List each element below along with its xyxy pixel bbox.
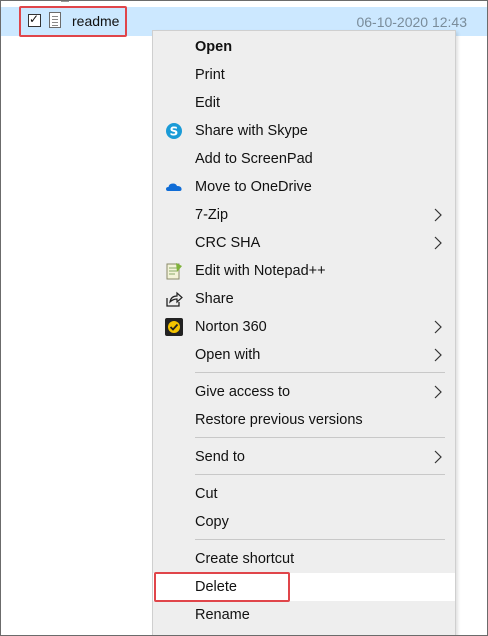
menu-item-restore-versions[interactable]: Restore previous versions — [153, 406, 455, 434]
chevron-right-icon — [434, 450, 442, 464]
norton-icon — [165, 318, 183, 336]
menu-separator — [195, 372, 445, 373]
menu-item-label: Norton 360 — [195, 319, 267, 335]
menu-item-label: Add to ScreenPad — [195, 151, 313, 167]
menu-item-label: Send to — [195, 449, 245, 465]
menu-item-send-to[interactable]: Send to — [153, 443, 455, 471]
chevron-right-icon — [434, 208, 442, 222]
checkmark-icon: ✓ — [29, 12, 40, 26]
menu-item-copy[interactable]: Copy — [153, 508, 455, 536]
menu-item-label: Rename — [195, 607, 250, 623]
file-checkbox[interactable]: ✓ — [28, 12, 41, 27]
text-file-icon — [49, 12, 61, 28]
explorer-window: 06-10-2020 12:43 ✓ readme Open Print Edi… — [0, 0, 488, 636]
menu-item-label: Create shortcut — [195, 551, 295, 567]
svg-text:S: S — [170, 125, 179, 139]
menu-item-move-onedrive[interactable]: Move to OneDrive — [153, 173, 455, 201]
menu-item-label: Share with Skype — [195, 123, 308, 139]
previous-row-fragment — [23, 1, 83, 3]
menu-item-label: 7-Zip — [195, 207, 229, 223]
file-date: 06-10-2020 12:43 — [356, 14, 467, 30]
chevron-right-icon — [434, 236, 442, 250]
menu-item-give-access[interactable]: Give access to — [153, 378, 455, 406]
chevron-right-icon — [434, 385, 442, 399]
share-icon — [166, 291, 183, 307]
menu-item-share[interactable]: Share — [153, 285, 455, 313]
menu-item-norton[interactable]: Norton 360 — [153, 313, 455, 341]
file-name[interactable]: readme — [72, 13, 119, 29]
context-menu: Open Print Edit S Share with Skype Add t… — [152, 30, 456, 635]
menu-separator — [195, 474, 445, 475]
menu-item-print[interactable]: Print — [153, 61, 455, 89]
menu-item-create-shortcut[interactable]: Create shortcut — [153, 545, 455, 573]
menu-item-open-with[interactable]: Open with — [153, 341, 455, 369]
chevron-right-icon — [434, 320, 442, 334]
menu-item-7zip[interactable]: 7-Zip — [153, 201, 455, 229]
menu-separator — [195, 539, 445, 540]
skype-icon: S — [166, 123, 182, 139]
menu-item-open[interactable]: Open — [153, 33, 455, 61]
delete-highlight-annotation — [154, 572, 290, 602]
chevron-right-icon — [434, 348, 442, 362]
menu-item-crc-sha[interactable]: CRC SHA — [153, 229, 455, 257]
onedrive-icon — [166, 183, 182, 191]
menu-item-label: Open — [195, 39, 233, 55]
menu-item-label: Print — [195, 67, 225, 83]
menu-item-label: Move to OneDrive — [195, 179, 312, 195]
menu-item-label: Open with — [195, 347, 261, 363]
menu-separator — [195, 437, 445, 438]
menu-item-add-screenpad[interactable]: Add to ScreenPad — [153, 145, 455, 173]
menu-item-label: Restore previous versions — [195, 412, 363, 428]
menu-item-rename[interactable]: Rename — [153, 601, 455, 629]
menu-item-label: Edit with Notepad++ — [195, 263, 326, 279]
notepadpp-icon — [166, 263, 182, 280]
menu-item-label: Share — [195, 291, 234, 307]
menu-item-label: Give access to — [195, 384, 291, 400]
menu-item-edit[interactable]: Edit — [153, 89, 455, 117]
menu-item-label: Cut — [195, 486, 218, 502]
menu-item-edit-notepadpp[interactable]: Edit with Notepad++ — [153, 257, 455, 285]
menu-item-label: Edit — [195, 95, 220, 111]
menu-item-cut[interactable]: Cut — [153, 480, 455, 508]
menu-item-label: Copy — [195, 514, 229, 530]
menu-item-share-skype[interactable]: S Share with Skype — [153, 117, 455, 145]
menu-item-label: CRC SHA — [195, 235, 261, 251]
